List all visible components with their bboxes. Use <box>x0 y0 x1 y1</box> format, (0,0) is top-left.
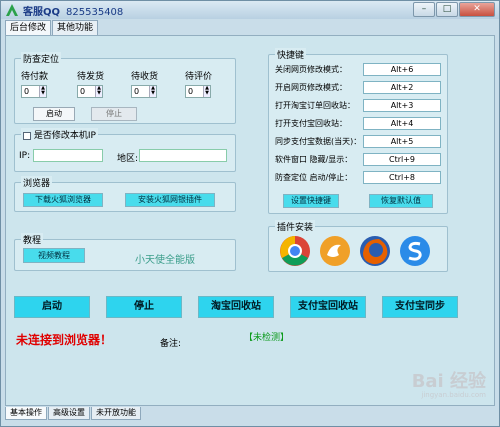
uc-browser-icon[interactable] <box>319 235 351 267</box>
download-firefox-button[interactable]: 下载火狐浏览器 <box>23 193 103 207</box>
version-text: 小天使全能版 <box>135 255 195 266</box>
hotkey-label: 防查定位 启动/停止： <box>275 173 353 182</box>
stop-button[interactable]: 停止 <box>106 296 182 318</box>
note-label: 备注: <box>160 339 182 349</box>
alipay-recycle-button[interactable]: 支付宝回收站 <box>290 296 366 318</box>
hotkey-row: 打开支付宝回收站： Alt+4 <box>275 117 443 130</box>
tab-basic-ops[interactable]: 基本操作 <box>5 407 47 420</box>
hotkey-label: 开启网页修改模式： <box>275 83 347 92</box>
hotkey-field[interactable]: Alt+5 <box>363 135 441 148</box>
app-icon <box>6 4 18 16</box>
firefox-icon[interactable] <box>359 235 391 267</box>
watermark-sub: jingyan.baidu.com <box>421 391 486 399</box>
col-label-pending-payment: 待付款 <box>21 72 49 82</box>
stepper-arrows-icon[interactable]: ▲ ▼ <box>39 86 46 97</box>
stepper-value: 0 <box>80 87 86 96</box>
pending-payment-stepper[interactable]: 0 ▲ ▼ <box>21 85 47 98</box>
hotkey-label: 同步支付宝数据(当天)： <box>275 137 362 146</box>
hotkey-label: 软件窗口 隐藏/显示： <box>275 155 353 164</box>
minimize-button[interactable]: – <box>413 2 435 17</box>
watermark-text: Bai 经验 <box>411 371 486 392</box>
main-panel: 防查定位 待付款 待发货 待收货 待评价 0 ▲ ▼ 0 ▲ ▼ 0 ▲ ▼ 0 ▲ ▼ 启动 … <box>5 35 495 406</box>
hotkey-field[interactable]: Alt+2 <box>363 81 441 94</box>
hotkey-row: 关闭网页修改模式： Alt+6 <box>275 63 443 76</box>
ip-group: 是否修改本机IP IP: 地区: <box>14 128 236 172</box>
close-button[interactable]: ✕ <box>459 2 495 17</box>
stepper-arrows-icon[interactable]: ▲ ▼ <box>149 86 156 97</box>
bottom-tab-bar: 基本操作 高级设置 未开放功能 <box>5 407 142 420</box>
hotkey-label: 打开淘宝订单回收站： <box>275 101 355 110</box>
hotkey-field[interactable]: Alt+4 <box>363 117 441 130</box>
timer-group-legend: 防查定位 <box>21 52 62 65</box>
tab-unreleased[interactable]: 未开放功能 <box>91 407 141 420</box>
hotkey-field[interactable]: Ctrl+8 <box>363 171 441 184</box>
region-label: 地区: <box>117 154 139 164</box>
region-input[interactable] <box>139 149 227 162</box>
col-label-pending-review: 待评价 <box>185 72 213 82</box>
hotkey-field[interactable]: Alt+3 <box>363 99 441 112</box>
video-tutorial-button[interactable]: 视频教程 <box>23 248 85 263</box>
tutorial-group-legend: 教程 <box>21 233 44 246</box>
ip-group-legend: 是否修改本机IP <box>21 128 98 141</box>
col-label-pending-receive: 待收货 <box>131 72 159 82</box>
stepper-value: 0 <box>24 87 30 96</box>
window-title-text: 客服QQ <box>23 7 61 18</box>
chrome-icon[interactable] <box>279 235 311 267</box>
app-window: 客服QQ 825535408 – □ ✕ 后台修改 其他功能 防查定位 待付款 待… <box>0 0 500 427</box>
modify-ip-label: 是否修改本机IP <box>33 131 96 141</box>
hotkey-row: 同步支付宝数据(当天)： Alt+5 <box>275 135 443 148</box>
error-status: 未连接到浏览器！ <box>16 333 113 347</box>
sogou-browser-icon[interactable] <box>399 235 431 267</box>
window-title: 客服QQ 825535408 <box>23 3 123 18</box>
tutorial-group: 教程 视频教程 小天使全能版 <box>14 233 236 271</box>
pending-ship-stepper[interactable]: 0 ▲ ▼ <box>77 85 103 98</box>
set-hotkey-button[interactable]: 设置快捷键 <box>283 194 339 208</box>
hotkey-group-legend: 快捷键 <box>275 48 307 61</box>
browser-group-legend: 浏览器 <box>21 176 53 189</box>
timer-group: 防查定位 待付款 待发货 待收货 待评价 0 ▲ ▼ 0 ▲ ▼ 0 ▲ ▼ 0 ▲ ▼ 启动 … <box>14 52 236 124</box>
window-controls: – □ ✕ <box>413 2 495 17</box>
hotkey-row: 打开淘宝订单回收站： Alt+3 <box>275 99 443 112</box>
stepper-value: 0 <box>134 87 140 96</box>
restore-default-button[interactable]: 恢复默认值 <box>369 194 433 208</box>
hotkey-group: 快捷键 关闭网页修改模式： Alt+6 开启网页修改模式： Alt+2 打开淘宝订单… <box>268 48 448 214</box>
col-label-pending-ship: 待发货 <box>77 72 105 82</box>
tab-other-functions[interactable]: 其他功能 <box>52 20 99 35</box>
qq-number: 825535408 <box>66 7 124 18</box>
hotkey-row: 软件窗口 隐藏/显示： Ctrl+9 <box>275 153 443 166</box>
install-bank-plugin-button[interactable]: 安装火狐网银插件 <box>125 193 215 207</box>
title-bar: 客服QQ 825535408 – □ ✕ <box>1 1 499 19</box>
modify-ip-checkbox[interactable] <box>23 131 31 140</box>
tab-advanced-settings[interactable]: 高级设置 <box>48 407 90 420</box>
hotkey-field[interactable]: Ctrl+9 <box>363 153 441 166</box>
browser-group: 浏览器 下载火狐浏览器 安装火狐网银插件 <box>14 176 236 212</box>
detect-status: 【未检测】 <box>244 333 290 343</box>
hotkey-field[interactable]: Alt+6 <box>363 63 441 76</box>
maximize-button[interactable]: □ <box>436 2 458 17</box>
plugin-group: 插件安装 <box>268 220 448 272</box>
hotkey-label: 打开支付宝回收站： <box>275 119 347 128</box>
alipay-sync-button[interactable]: 支付宝同步 <box>382 296 458 318</box>
ip-input[interactable] <box>33 149 103 162</box>
start-button[interactable]: 启动 <box>14 296 90 318</box>
stepper-arrows-icon[interactable]: ▲ ▼ <box>95 86 102 97</box>
hotkey-label: 关闭网页修改模式： <box>275 65 347 74</box>
pending-review-stepper[interactable]: 0 ▲ ▼ <box>185 85 211 98</box>
plugin-group-legend: 插件安装 <box>275 220 316 233</box>
baidu-watermark: Bai 经验 jingyan.baidu.com <box>412 367 486 399</box>
hotkey-row: 防查定位 启动/停止： Ctrl+8 <box>275 171 443 184</box>
stepper-value: 0 <box>188 87 194 96</box>
timer-stop-button[interactable]: 停止 <box>91 107 137 121</box>
tab-backend-edit[interactable]: 后台修改 <box>5 20 52 35</box>
ip-label: IP: <box>19 151 31 161</box>
top-tab-bar: 后台修改 其他功能 <box>5 20 99 35</box>
pending-receive-stepper[interactable]: 0 ▲ ▼ <box>131 85 157 98</box>
timer-start-button[interactable]: 启动 <box>33 107 75 121</box>
hotkey-row: 开启网页修改模式： Alt+2 <box>275 81 443 94</box>
stepper-arrows-icon[interactable]: ▲ ▼ <box>203 86 210 97</box>
taobao-recycle-button[interactable]: 淘宝回收站 <box>198 296 274 318</box>
